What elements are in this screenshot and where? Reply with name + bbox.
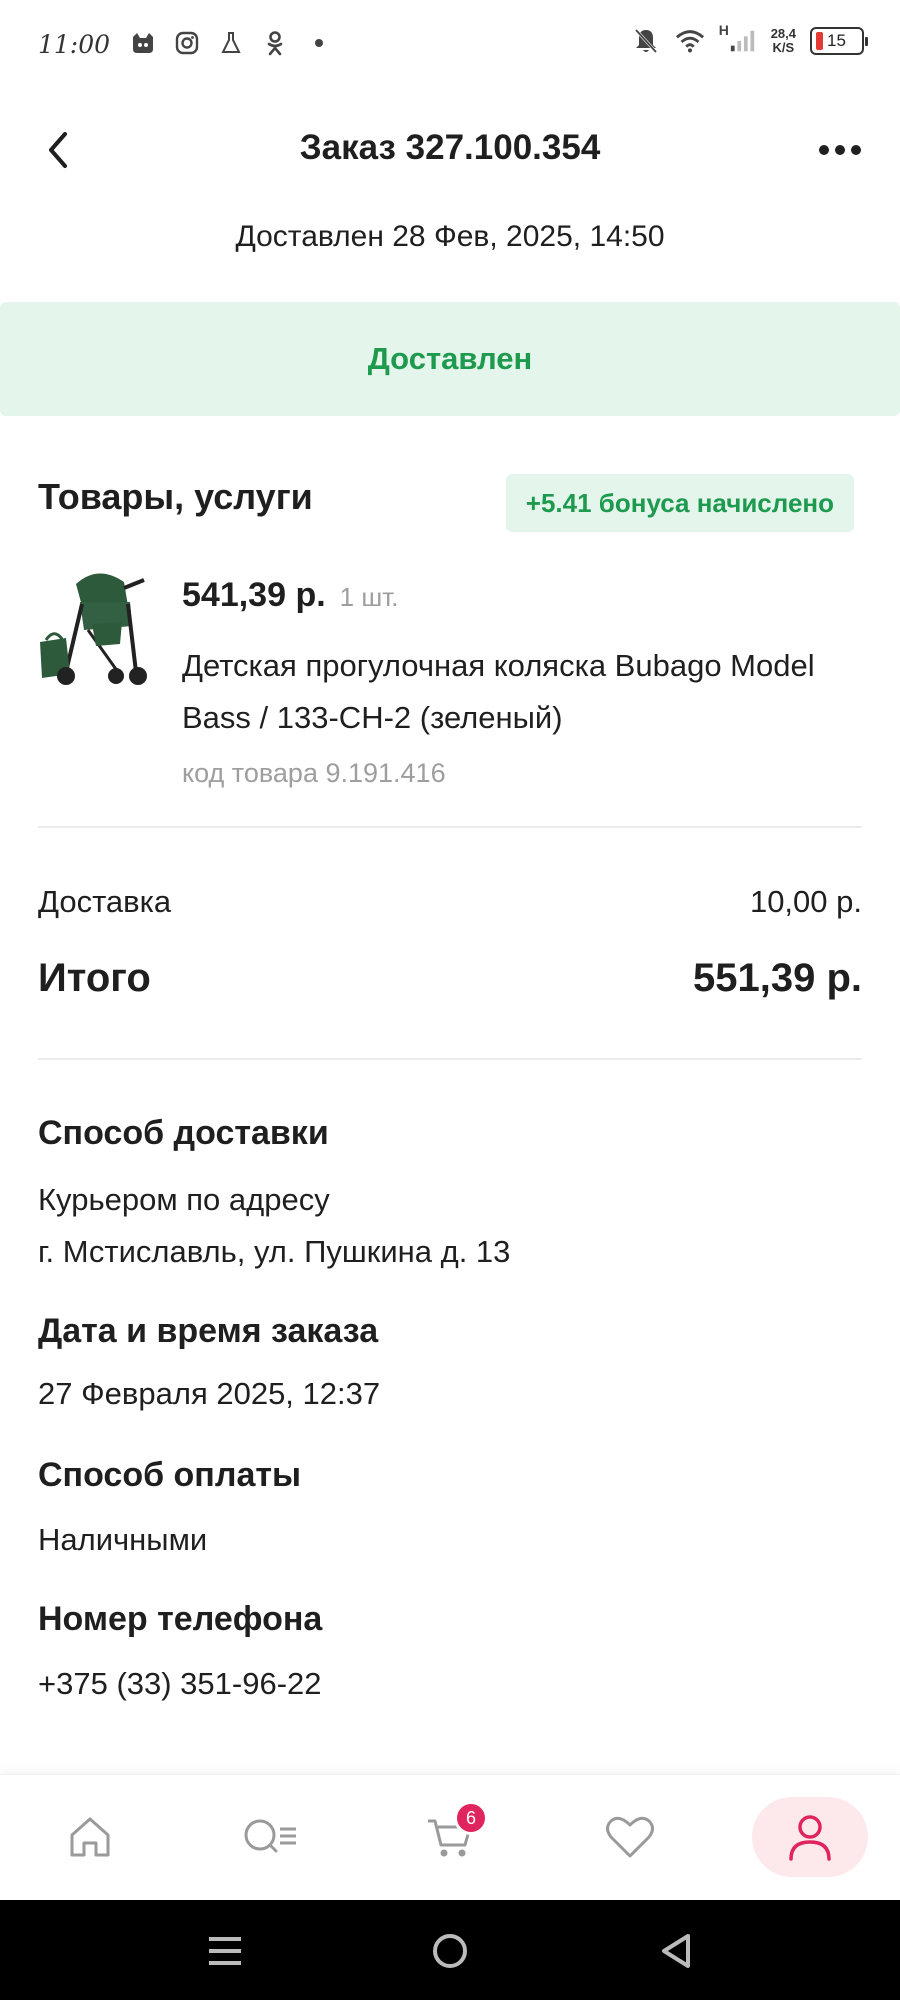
- triangle-back-icon: [662, 1934, 690, 1968]
- network-type: H: [718, 22, 729, 38]
- delivery-subtitle: Доставлен 28 Фев, 2025, 14:50: [235, 220, 665, 253]
- network-speed: 28,4 K/S: [771, 27, 796, 55]
- bell-off-icon: [631, 26, 661, 56]
- more-options-button[interactable]: [816, 128, 864, 172]
- phone-title: Номер телефона: [38, 1600, 323, 1638]
- battery-icon: 15: [810, 27, 868, 55]
- nav-home[interactable]: [40, 1797, 140, 1877]
- delivery-address: г. Мстиславль, ул. Пушкина д. 13: [38, 1234, 511, 1269]
- nav-favorites[interactable]: [580, 1797, 680, 1877]
- more-dots-icon: [819, 145, 861, 155]
- home-icon: [70, 1817, 110, 1857]
- cart-count-badge: 6: [454, 1801, 488, 1835]
- nav-profile[interactable]: [752, 1797, 868, 1877]
- delivery-method-title: Способ доставки: [38, 1114, 329, 1152]
- status-bar: 11:00 H 28,4 K/S 15: [0, 0, 900, 90]
- product-code: код товара 9.191.416: [182, 758, 446, 788]
- wifi-icon: [675, 26, 705, 56]
- delivery-method-type: Курьером по адресу: [38, 1182, 330, 1217]
- circle-home-icon: [433, 1934, 467, 1968]
- order-status-banner: Доставлен: [0, 302, 900, 416]
- phone-value: +375 (33) 351-96-22: [38, 1666, 322, 1701]
- app-header: Заказ 327.100.354: [0, 110, 900, 190]
- total-value: 551,39 р.: [692, 956, 862, 1000]
- nav-catalog-search[interactable]: [220, 1797, 320, 1877]
- odnoklassniki-icon: [260, 28, 290, 58]
- system-navigation-bar: [0, 1900, 900, 2000]
- delivery-cost-label: Доставка: [38, 884, 172, 919]
- status-time: 11:00: [38, 30, 111, 59]
- order-date-value: 27 Февраля 2025, 12:37: [38, 1376, 381, 1411]
- bottom-navigation: 6: [0, 1774, 900, 1900]
- profile-icon: [789, 1815, 831, 1861]
- network-speed-value: 28,4: [770, 26, 796, 41]
- divider: [38, 826, 862, 828]
- payment-method-value: Наличными: [38, 1522, 208, 1557]
- dot-icon: [304, 28, 334, 58]
- back-system-button[interactable]: [650, 1926, 700, 1976]
- total-label: Итого: [38, 956, 151, 1000]
- product-price: 541,39 р.: [182, 576, 326, 614]
- delivery-cost-value: 10,00 р.: [749, 884, 862, 919]
- bonus-text: +5.41 бонуса начислено: [525, 487, 834, 518]
- goods-section-title: Товары, услуги: [38, 476, 313, 517]
- page-title: Заказ 327.100.354: [299, 128, 601, 167]
- recent-apps-button[interactable]: [200, 1926, 250, 1976]
- network-speed-unit: K/S: [772, 40, 795, 55]
- order-status-text: Доставлен: [367, 341, 533, 376]
- product-price-row: 541,39 р. 1 шт.: [182, 576, 398, 615]
- flask-icon: [216, 28, 246, 58]
- home-system-button[interactable]: [425, 1926, 475, 1976]
- product-image[interactable]: [36, 564, 156, 694]
- divider: [38, 1058, 862, 1060]
- menu-icon: [209, 1937, 241, 1965]
- signal-icon: H: [719, 22, 757, 56]
- cat-app-icon: [128, 28, 158, 58]
- heart-icon: [606, 1816, 654, 1858]
- product-name[interactable]: Детская прогулочная коляска Bubago Model…: [182, 640, 842, 744]
- battery-level-fill: [816, 32, 823, 50]
- notification-icons: [128, 28, 334, 58]
- order-date-title: Дата и время заказа: [38, 1312, 379, 1350]
- product-quantity: 1 шт.: [339, 582, 399, 612]
- search-catalog-icon: [244, 1819, 296, 1853]
- instagram-icon: [172, 28, 202, 58]
- battery-level: 15: [827, 31, 846, 50]
- system-status-icons: H 28,4 K/S 15: [631, 22, 868, 56]
- bonus-badge: +5.41 бонуса начислено: [505, 474, 854, 532]
- nav-cart[interactable]: 6: [400, 1797, 500, 1877]
- payment-method-title: Способ оплаты: [38, 1456, 302, 1494]
